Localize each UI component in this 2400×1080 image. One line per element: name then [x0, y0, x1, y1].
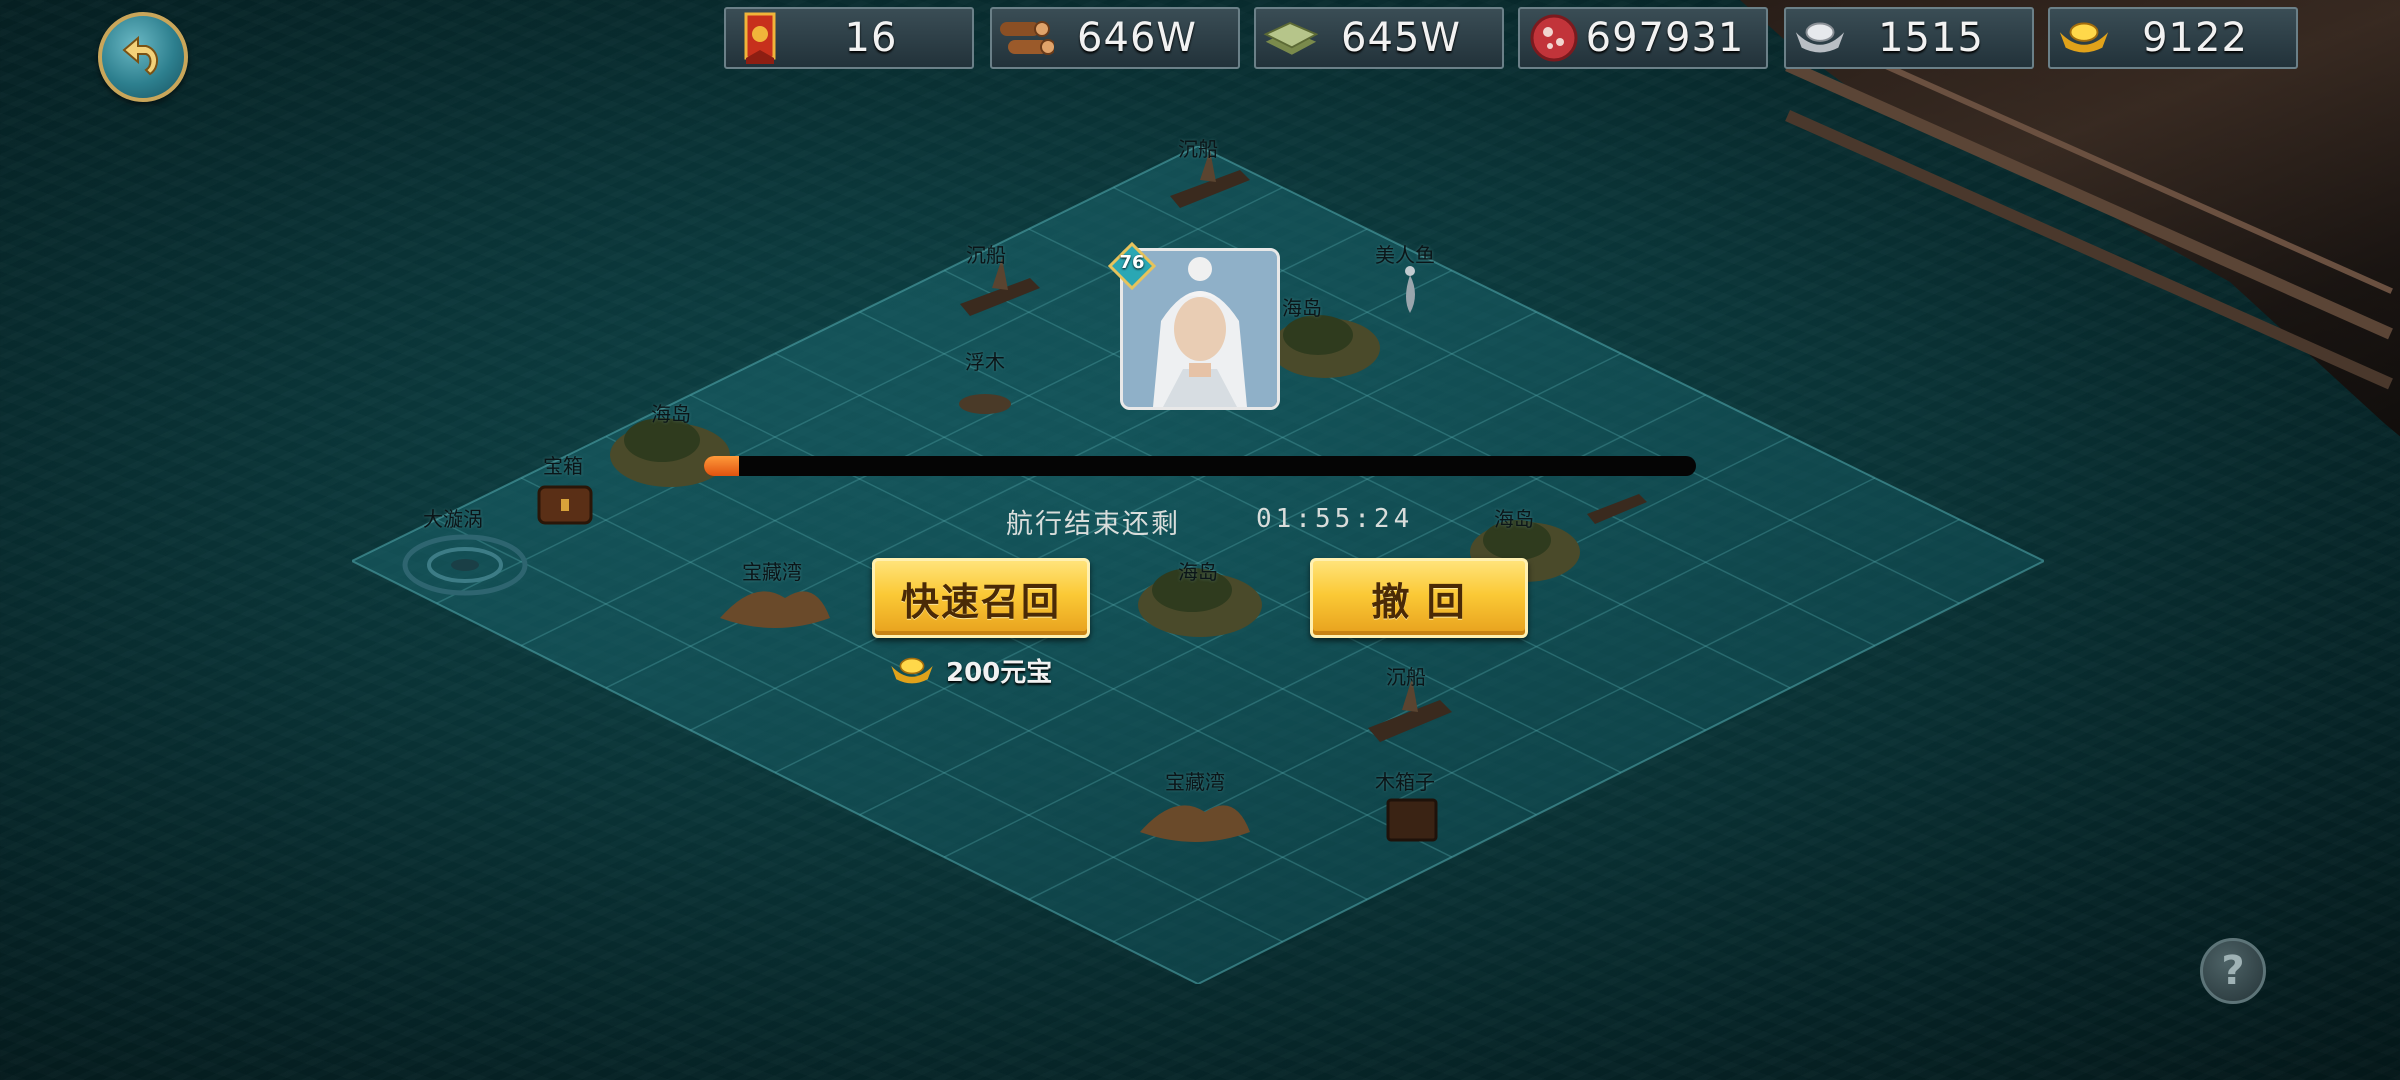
map-label: 海岛: [1282, 296, 1322, 320]
map-label: 沉船: [966, 243, 1006, 267]
recall-cost-text: 200元宝: [946, 658, 1053, 688]
voyage-remaining-label: 航行结束还剩: [1006, 509, 1180, 540]
withdraw-label: 撤 回: [1371, 579, 1467, 624]
help-icon: ?: [2221, 948, 2245, 994]
map-label: 海岛: [651, 402, 691, 426]
map-label: 浮木: [965, 350, 1005, 374]
hero-level: 76: [1119, 252, 1145, 273]
map-label: 海岛: [1494, 507, 1534, 531]
treasure-bay-icon: [720, 591, 830, 628]
map-label: 美人鱼: [1375, 243, 1435, 267]
map-label: 木箱子: [1375, 770, 1435, 794]
shipwreck-icon: [1587, 494, 1647, 524]
map-label: 海岛: [1178, 560, 1218, 584]
voyage-progress-bar: [704, 456, 1696, 476]
voyage-progress-fill: [704, 456, 739, 476]
mermaid-icon: [1405, 266, 1415, 313]
driftwood-icon: [959, 394, 1011, 414]
voyage-remaining-time: 01:55:24: [1256, 504, 1414, 534]
whirlpool-icon: [402, 534, 528, 596]
withdraw-button[interactable]: 撤 回: [1310, 558, 1528, 638]
quick-recall-button[interactable]: 快速召回: [872, 558, 1090, 638]
recall-cost: 200元宝: [888, 652, 1052, 689]
help-button[interactable]: ?: [2200, 938, 2266, 1004]
map-label: 沉船: [1178, 137, 1218, 161]
map-objects: [402, 150, 1647, 842]
map-label: 宝藏湾: [1165, 770, 1225, 794]
map-label: 宝藏湾: [742, 560, 802, 584]
treasure-bay-icon: [1140, 805, 1250, 842]
wooden-box-icon: [1386, 798, 1438, 842]
quick-recall-label: 快速召回: [900, 579, 1061, 624]
map-label: 大漩涡: [423, 507, 483, 531]
map-label: 宝箱: [543, 454, 583, 478]
gold-ingot-icon: [891, 657, 933, 683]
map-label: 沉船: [1386, 665, 1426, 689]
treasure-chest-icon: [537, 485, 593, 525]
